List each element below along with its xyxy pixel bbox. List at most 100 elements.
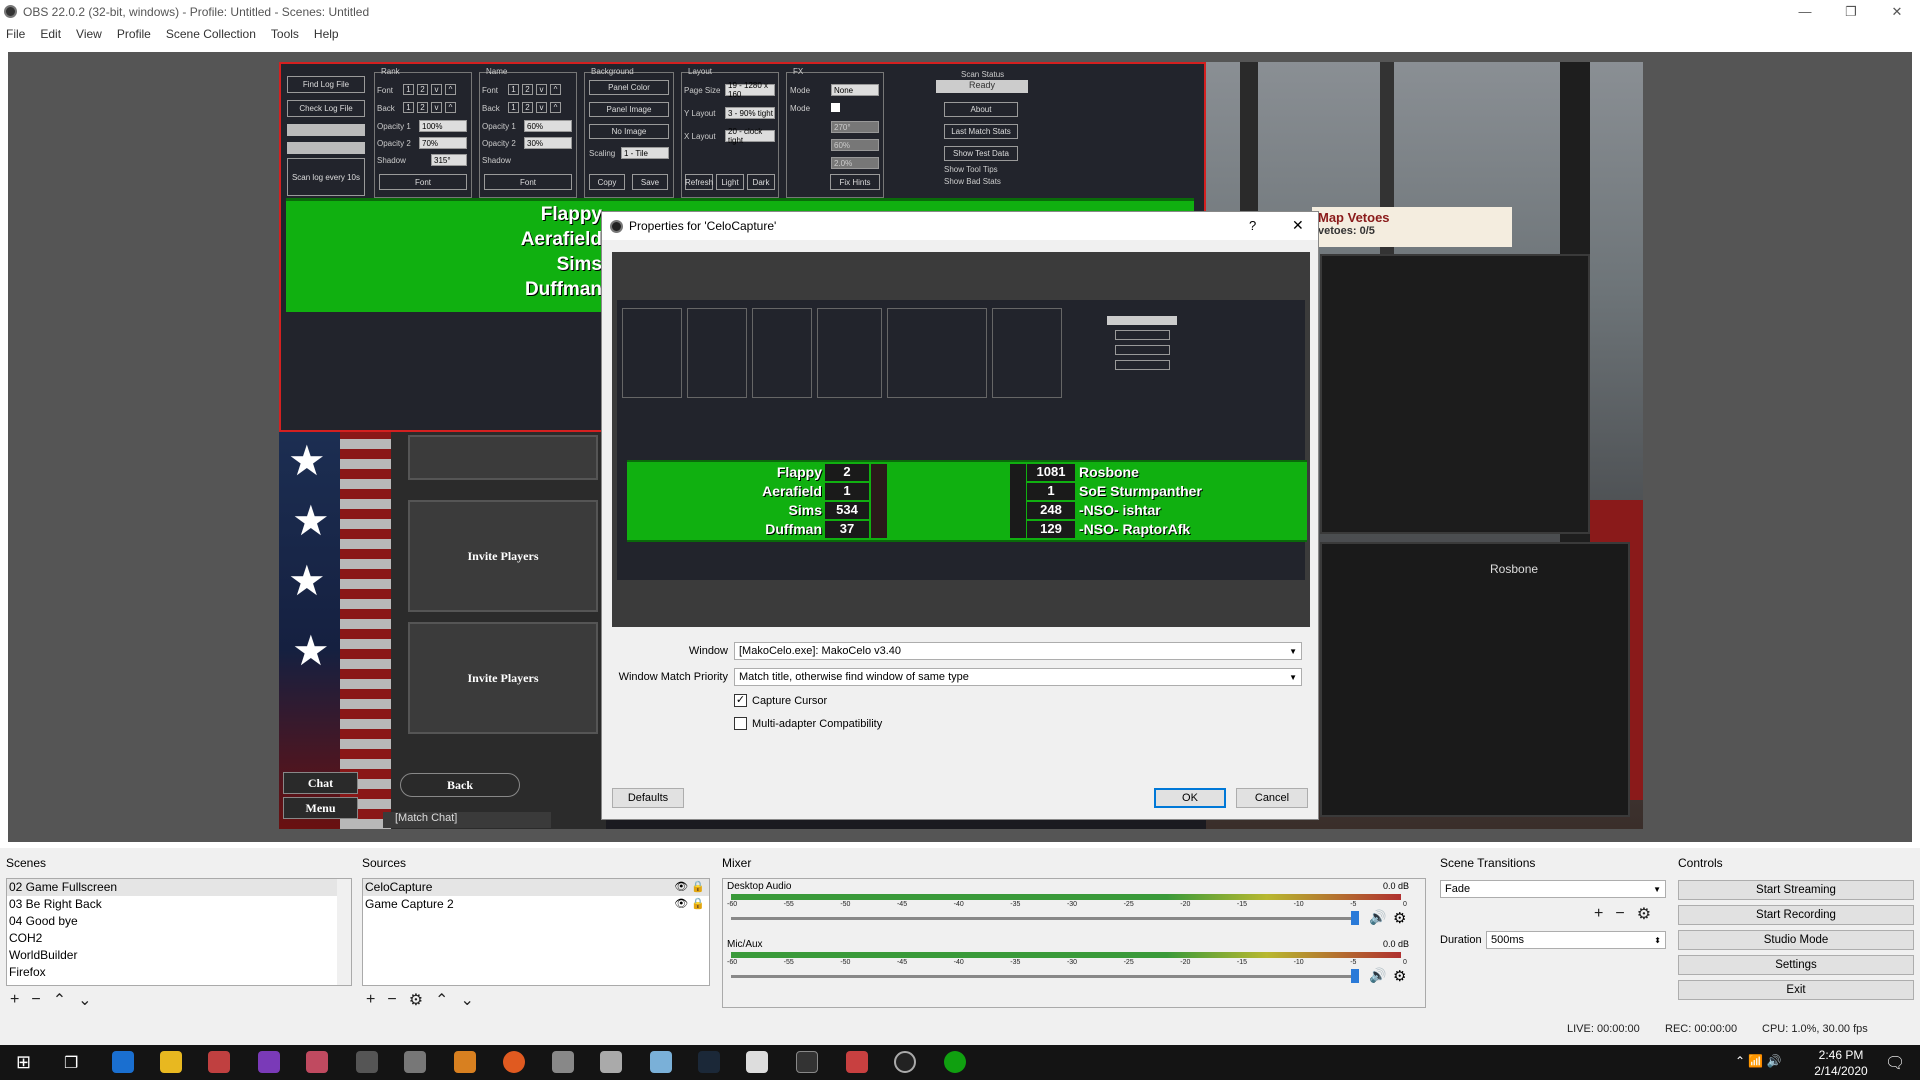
eye-lock-icon[interactable]: 👁 🔒 [674, 879, 705, 896]
gear-icon[interactable]: ⚙ [1637, 904, 1651, 924]
speaker-icon[interactable]: 🔊 [1369, 967, 1386, 984]
app-icon[interactable] [650, 1051, 672, 1073]
menu-help[interactable]: Help [314, 27, 339, 41]
app-icon[interactable] [600, 1051, 622, 1073]
gear-icon[interactable]: ⚙ [1393, 967, 1406, 985]
team2-rank: 1 [1027, 483, 1075, 500]
volume-slider-handle[interactable] [1351, 911, 1359, 925]
task-view-icon[interactable]: ❐ [64, 1053, 78, 1073]
remove-icon[interactable]: − [387, 991, 396, 1009]
speaker-icon[interactable]: 🔊 [1369, 909, 1386, 926]
scene-item[interactable]: WorldBuilder [7, 947, 351, 964]
scene-item[interactable]: 02 Game Fullscreen [7, 879, 351, 896]
mixer-dock: Mixer Desktop Audio 0.0 dB -60 -55 -50 -45-… [718, 856, 1430, 1012]
obs-icon[interactable] [894, 1051, 916, 1073]
fix-hints-button: Fix Hints [830, 174, 880, 190]
menu-profile[interactable]: Profile [117, 27, 151, 41]
mixer-channel-name: Desktop Audio [727, 881, 792, 892]
edge-icon[interactable] [112, 1051, 134, 1073]
help-button[interactable]: ? [1249, 218, 1256, 233]
app-icon[interactable] [306, 1051, 328, 1073]
capture-cursor-checkbox[interactable]: ✓ Capture Cursor [734, 694, 827, 707]
windows-start-icon[interactable]: ⊞ [16, 1052, 31, 1073]
notification-icon[interactable]: 🗨 [1885, 1053, 1905, 1073]
volume-slider[interactable] [731, 975, 1351, 978]
add-icon[interactable]: + [1594, 905, 1603, 923]
move-up-icon[interactable]: ⌃ [53, 990, 66, 1010]
minimize-button[interactable]: — [1782, 0, 1828, 23]
gear-icon[interactable]: ⚙ [409, 990, 423, 1010]
chat-button: Chat [283, 772, 358, 794]
scene-item[interactable]: Firefox [7, 964, 351, 981]
source-item[interactable]: Game Capture 2 👁 🔒 [363, 896, 709, 913]
menu-scene-collection[interactable]: Scene Collection [166, 27, 256, 41]
app-icon[interactable] [746, 1051, 768, 1073]
star-icon: ★ [292, 627, 330, 674]
y-layout-label: Y Layout [684, 109, 716, 118]
move-up-icon[interactable]: ⌃ [435, 990, 448, 1010]
app-icon[interactable] [454, 1051, 476, 1073]
visual-studio-icon[interactable] [258, 1051, 280, 1073]
chevron-down-icon: ▼ [1289, 646, 1297, 656]
player-panel [1320, 542, 1630, 817]
app-icon[interactable] [356, 1051, 378, 1073]
eye-lock-icon[interactable]: 👁 🔒 [674, 896, 705, 913]
scenes-scrollbar[interactable] [337, 879, 351, 985]
move-down-icon[interactable]: ⌄ [460, 990, 473, 1010]
check-icon: ✓ [734, 694, 747, 707]
source-item[interactable]: CeloCapture 👁 🔒 [363, 879, 709, 896]
menu-edit[interactable]: Edit [40, 27, 61, 41]
exit-button[interactable]: Exit [1678, 980, 1914, 1000]
map-vetoes-title: Map Vetoes [1318, 210, 1390, 225]
add-icon[interactable]: + [10, 991, 19, 1009]
rank-back-label: Back [377, 104, 395, 113]
studio-mode-button[interactable]: Studio Mode [1678, 930, 1914, 950]
volume-slider-handle[interactable] [1351, 969, 1359, 983]
rec-status: REC: 00:00:00 [1665, 1023, 1738, 1035]
player-left-4: Duffman [524, 279, 602, 300]
scene-item[interactable]: 04 Good bye [7, 913, 351, 930]
spinner-icon[interactable]: ⬍ [1654, 936, 1661, 945]
menu-file[interactable]: File [6, 27, 25, 41]
multi-adapter-checkbox[interactable]: Multi-adapter Compatibility [734, 717, 882, 730]
gear-icon[interactable]: ⚙ [1393, 909, 1406, 927]
scenes-title: Scenes [6, 856, 47, 870]
window-combo[interactable]: [MakoCelo.exe]: MakoCelo v3.40 ▼ [734, 642, 1302, 660]
move-down-icon[interactable]: ⌄ [78, 990, 91, 1010]
steam-icon[interactable] [698, 1051, 720, 1073]
add-icon[interactable]: + [366, 991, 375, 1009]
menu-tools[interactable]: Tools [271, 27, 299, 41]
transition-combo[interactable]: Fade ▼ [1440, 880, 1666, 898]
duration-input[interactable]: 500ms ⬍ [1486, 931, 1666, 949]
start-streaming-button[interactable]: Start Streaming [1678, 880, 1914, 900]
settings-button[interactable]: Settings [1678, 955, 1914, 975]
menu-view[interactable]: View [76, 27, 102, 41]
volume-slider[interactable] [731, 917, 1351, 920]
cancel-button[interactable]: Cancel [1236, 788, 1308, 808]
app-icon[interactable] [208, 1051, 230, 1073]
show-test-data-button: Show Test Data [944, 146, 1018, 161]
dialog-close-button[interactable]: ✕ [1292, 217, 1304, 234]
transition-value: Fade [1445, 883, 1471, 895]
close-button[interactable]: ✕ [1874, 0, 1920, 23]
maximize-button[interactable]: ❐ [1828, 0, 1874, 23]
ok-button[interactable]: OK [1154, 788, 1226, 808]
remove-icon[interactable]: − [1615, 905, 1624, 923]
sources-list: CeloCapture 👁 🔒 Game Capture 2 👁 🔒 [362, 878, 710, 986]
app-icon[interactable] [944, 1051, 966, 1073]
team2-name: -NSO- ishtar [1079, 502, 1161, 518]
calculator-icon[interactable] [552, 1051, 574, 1073]
tray-icons[interactable]: ⌃ 📶 🔊 [1735, 1054, 1782, 1068]
app-icon[interactable] [846, 1051, 868, 1073]
priority-combo[interactable]: Match title, otherwise find window of sa… [734, 668, 1302, 686]
remove-icon[interactable]: − [31, 991, 40, 1009]
firefox-icon[interactable] [503, 1051, 525, 1073]
start-recording-button[interactable]: Start Recording [1678, 905, 1914, 925]
file-explorer-icon[interactable] [160, 1051, 182, 1073]
app-icon[interactable] [404, 1051, 426, 1073]
defaults-button[interactable]: Defaults [612, 788, 684, 808]
scene-item[interactable]: 03 Be Right Back [7, 896, 351, 913]
coh2-icon[interactable] [796, 1051, 818, 1073]
digit-box: 1 [508, 102, 519, 113]
scene-item[interactable]: COH2 [7, 930, 351, 947]
